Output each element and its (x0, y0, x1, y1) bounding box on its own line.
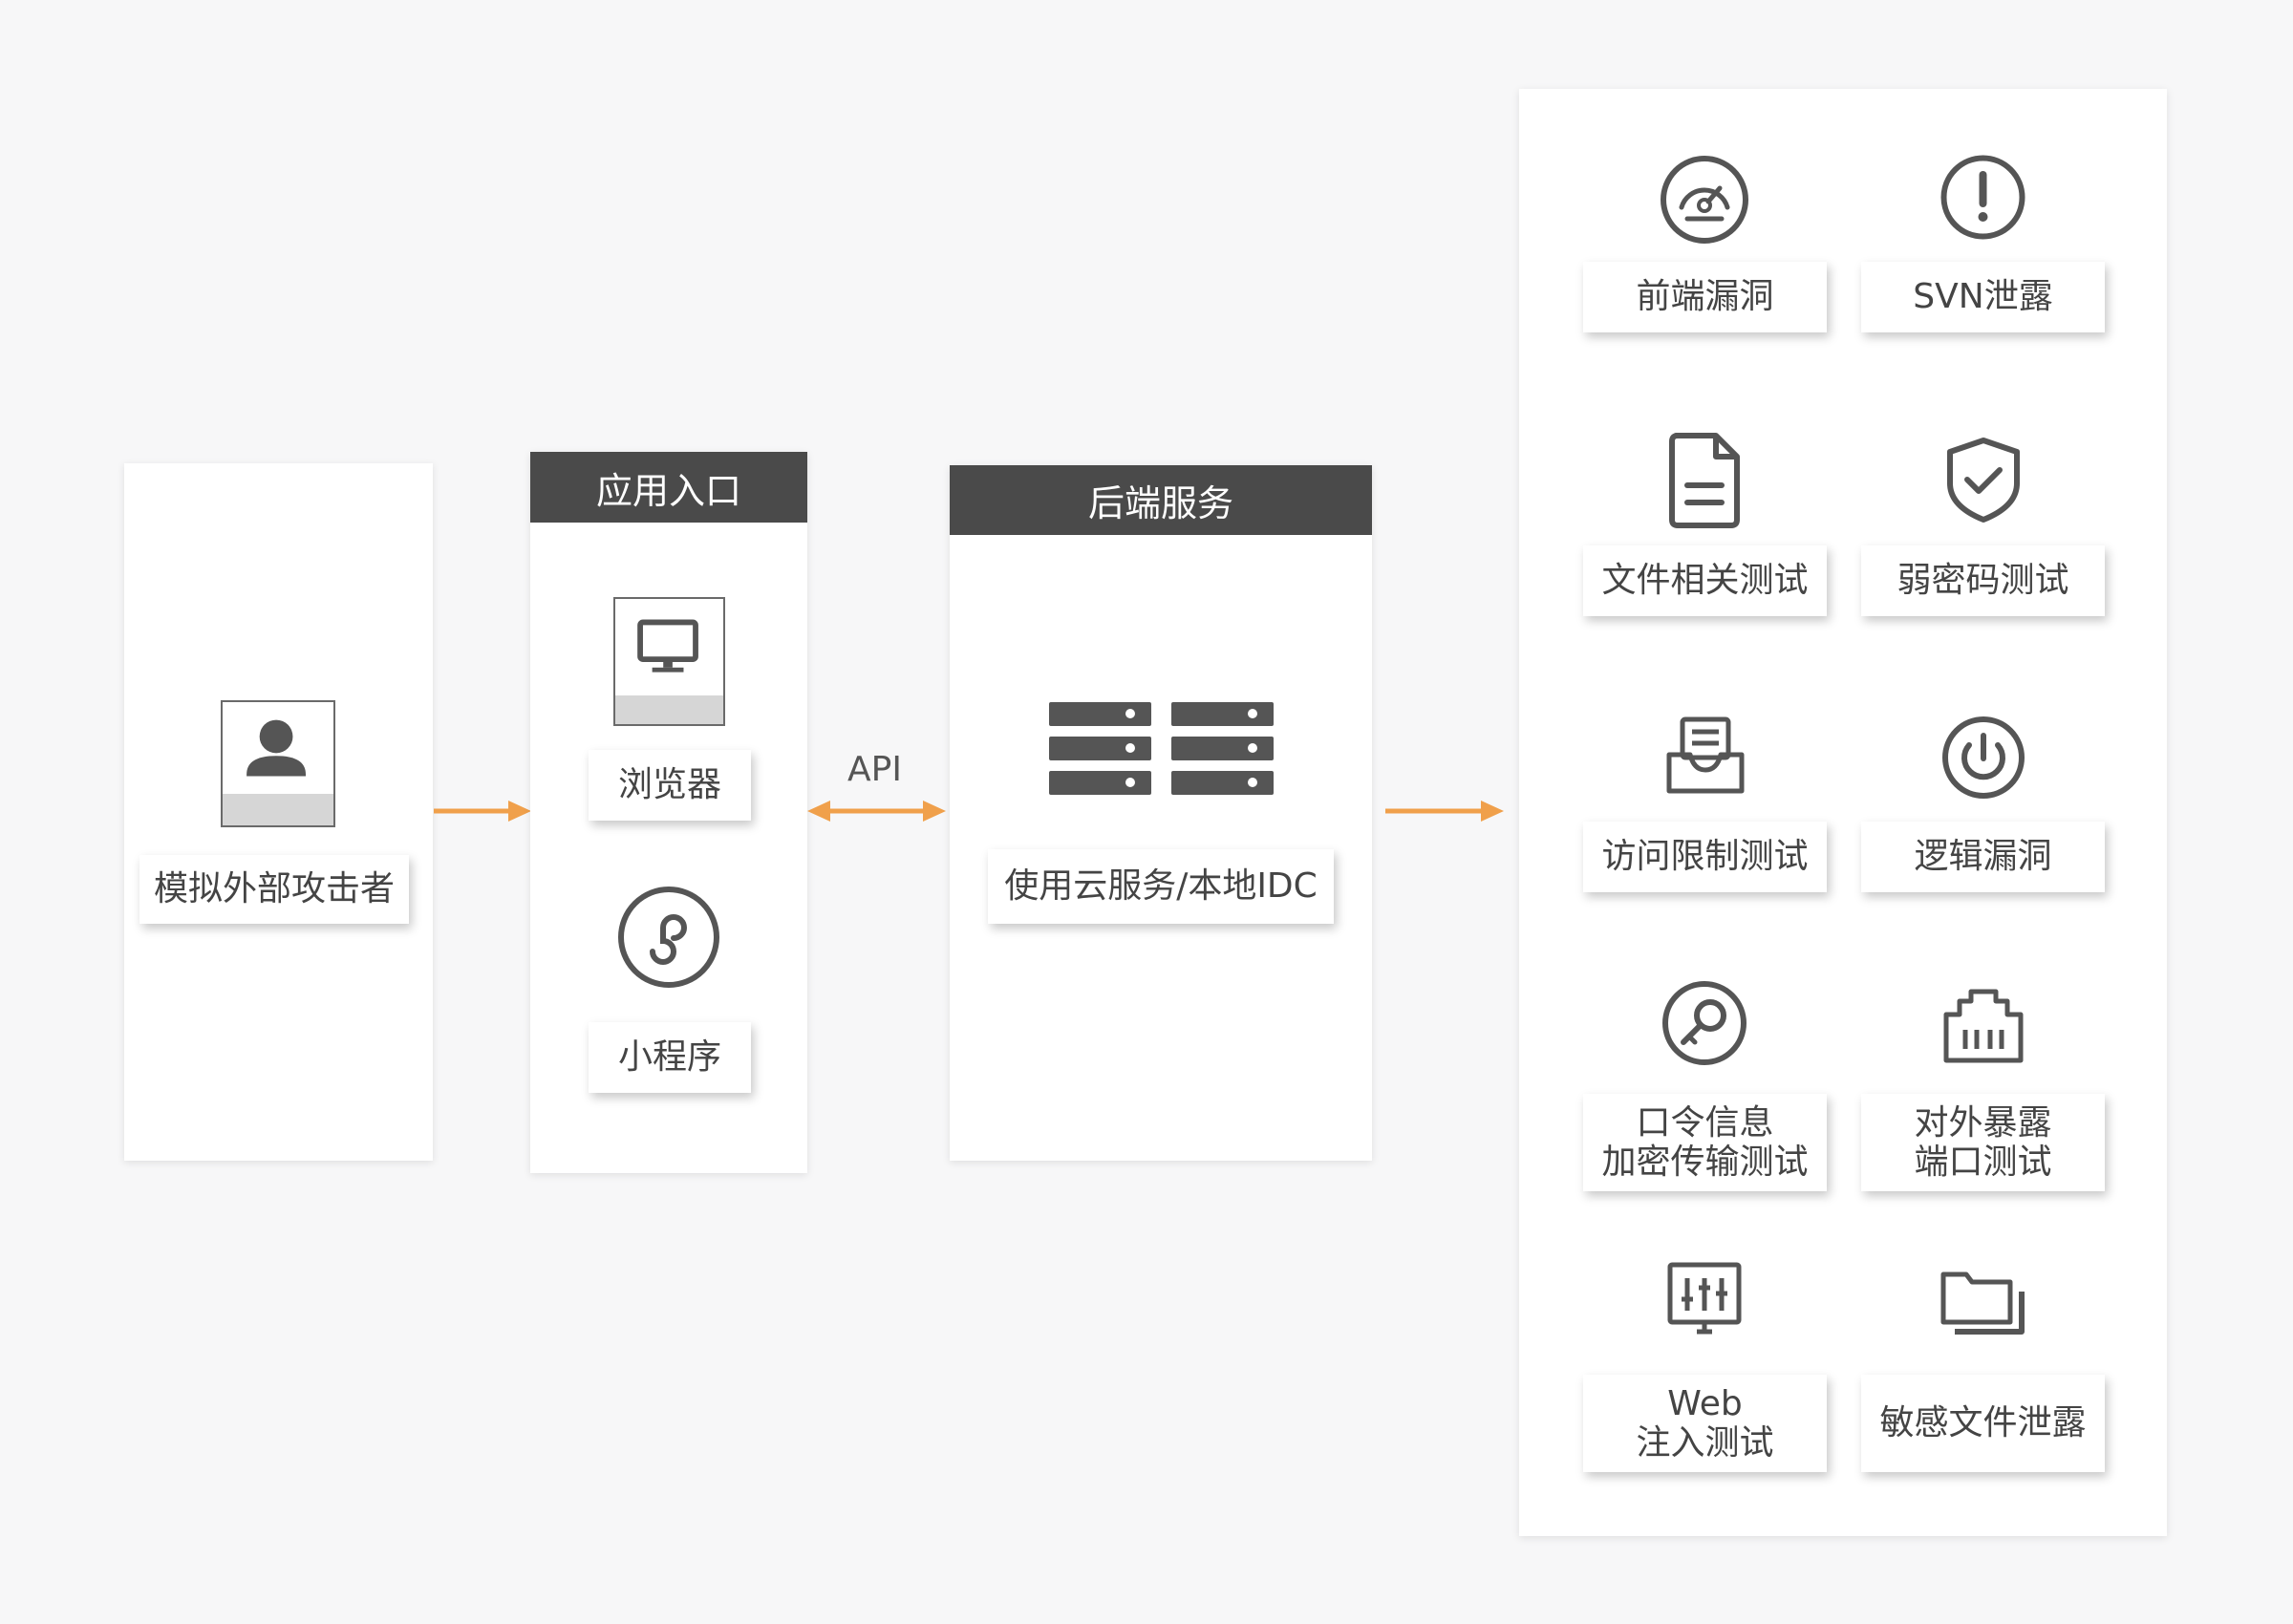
test-label-line: 访问限制测试 (1601, 837, 1809, 877)
shield-check-icon (1944, 436, 2023, 524)
backend-panel: 后端服务 使用云服务/本地IDC (950, 465, 1372, 1161)
key-search-icon (1661, 979, 1748, 1067)
attacker-label-text: 模拟外部攻击者 (153, 869, 395, 909)
test-label-line: 文件相关测试 (1601, 561, 1809, 601)
arrow-backend-to-tests (1385, 797, 1504, 825)
exclamation-circle-icon (1939, 154, 2026, 241)
test-label-sensitive-file: 敏感文件泄露 (1861, 1375, 2105, 1472)
miniprogram-label: 小程序 (589, 1022, 751, 1093)
api-label: API (847, 750, 902, 789)
power-circle-icon (1940, 715, 2026, 801)
inbox-tray-icon (1665, 715, 1746, 797)
test-label-weak-password: 弱密码测试 (1861, 545, 2105, 616)
test-label-line: 加密传输测试 (1601, 1143, 1809, 1182)
network-port-icon (1942, 988, 2025, 1064)
entry-panel: 应用入口 浏览器 小程序 (530, 452, 807, 1173)
test-label-access-restriction: 访问限制测试 (1583, 822, 1827, 892)
backend-label: 使用云服务/本地IDC (988, 849, 1334, 924)
test-label-line: 端口测试 (1914, 1143, 2052, 1182)
test-label-line: 注入测试 (1636, 1423, 1774, 1463)
test-label-line: SVN泄露 (1913, 277, 2053, 317)
mini-program-icon (616, 885, 721, 990)
person-icon (221, 700, 335, 827)
test-label-line: 对外暴露 (1914, 1102, 2052, 1143)
test-label-password-transfer: 口令信息 加密传输测试 (1583, 1094, 1827, 1191)
test-label-line: 逻辑漏洞 (1914, 837, 2052, 877)
arrow-attacker-to-entry (434, 797, 531, 825)
backend-label-text: 使用云服务/本地IDC (1004, 866, 1318, 907)
document-icon (1668, 432, 1741, 529)
test-label-logic-vuln: 逻辑漏洞 (1861, 822, 2105, 892)
test-label-file-related: 文件相关测试 (1583, 545, 1827, 616)
monitor-icon (613, 597, 725, 726)
test-label-svn-leak: SVN泄露 (1861, 262, 2105, 332)
test-label-line: 敏感文件泄露 (1879, 1403, 2087, 1443)
attacker-label: 模拟外部攻击者 (139, 855, 409, 924)
tests-panel: 前端漏洞 SVN泄露 文件相关测试 弱密码测试 访问限制测试 逻辑漏洞 口令信息… (1519, 89, 2167, 1536)
speedometer-icon (1659, 154, 1750, 246)
arrow-api-bidirectional (807, 797, 946, 825)
entry-header: 应用入口 (530, 452, 807, 523)
backend-header: 后端服务 (950, 465, 1372, 535)
miniprogram-label-text: 小程序 (617, 1037, 721, 1078)
equalizer-monitor-icon (1666, 1261, 1743, 1339)
browser-label: 浏览器 (589, 750, 751, 821)
test-label-line: 前端漏洞 (1636, 277, 1774, 317)
test-label-line: 弱密码测试 (1897, 561, 2069, 601)
test-label-web-injection: Web 注入测试 (1583, 1375, 1827, 1472)
browser-label-text: 浏览器 (617, 765, 721, 805)
server-rack-icon (1049, 702, 1274, 795)
attacker-panel: 模拟外部攻击者 (124, 463, 433, 1161)
test-label-line: Web (1667, 1383, 1743, 1423)
test-label-frontend-vuln: 前端漏洞 (1583, 262, 1827, 332)
test-label-line: 口令信息 (1636, 1102, 1774, 1143)
test-label-exposed-port: 对外暴露 端口测试 (1861, 1094, 2105, 1191)
folders-icon (1939, 1269, 2025, 1337)
